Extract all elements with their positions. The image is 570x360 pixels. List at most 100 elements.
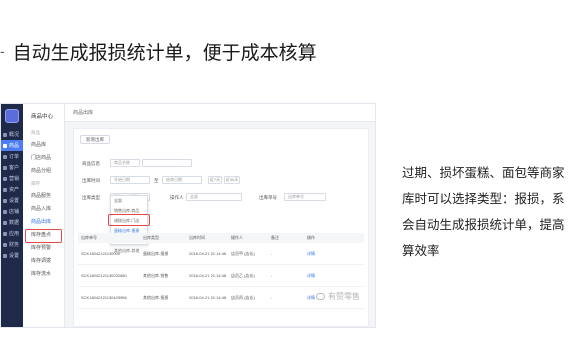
detail-link[interactable]: 详情: [304, 251, 364, 257]
sidebar-item-label: 数据: [9, 220, 20, 226]
remark-cell: -: [271, 295, 273, 300]
sidebar-item-label: 资产: [9, 187, 20, 193]
col-header: 操作人: [231, 235, 243, 240]
order-icon: [3, 154, 7, 159]
col-header: 操作: [307, 235, 315, 240]
asset-icon: [3, 187, 7, 192]
remark-cell: -: [271, 273, 273, 278]
sub-sidebar: 商品中心 商品 商品库 门店商品 商品分组 库存 商品服务 商品入库 商品出库 …: [23, 104, 65, 327]
stock-out-highlight-box: [25, 229, 62, 243]
col-header: 出库单号: [81, 235, 97, 240]
sidebar-item[interactable]: 财务: [1, 239, 23, 250]
sidebar-item-label: 概况: [9, 132, 20, 138]
type-cell: 其他出库-报损: [143, 294, 169, 300]
sidebar-item-label: 设置: [9, 198, 20, 204]
submenu-item-stock-in[interactable]: 商品入库: [23, 202, 64, 215]
end-date-field[interactable]: 结束日期: [162, 176, 202, 184]
type-cell: 蛋糕出库-报损: [143, 250, 169, 256]
sidebar-item-label: 应用: [9, 231, 20, 237]
order-number-cell: SCK18042121130032680: [81, 273, 127, 278]
customer-icon: [3, 165, 7, 170]
sidebar-item-label: 商品: [9, 143, 20, 149]
sidebar-item[interactable]: 资产: [1, 184, 23, 195]
date-separator: 至: [154, 178, 159, 183]
sidebar-item[interactable]: 设置: [1, 250, 23, 261]
sidebar-item-label: 店铺: [9, 209, 20, 215]
submenu-item-stock-out[interactable]: 商品出库: [23, 215, 64, 228]
feature-description: 过期、损坏蛋糕、面包等商家 库时可以选择类型：报损，系 会自动生成报损统计单，提…: [402, 160, 570, 264]
app-logo: [5, 109, 19, 123]
sidebar-item[interactable]: 应用: [1, 228, 23, 239]
start-date-field[interactable]: 开始日期: [110, 176, 150, 184]
watermark: 有赞零售: [316, 291, 360, 302]
detail-link[interactable]: 详情: [304, 273, 364, 279]
product-input[interactable]: [142, 159, 192, 167]
watermark-text: 有赞零售: [328, 292, 360, 301]
home-icon: [3, 132, 7, 137]
breadcrumb: 商品出库: [65, 104, 375, 122]
dropdown-option[interactable]: 全部: [111, 196, 147, 206]
time-cell: 2018-04-21 21:14:46: [189, 251, 227, 256]
type-label: 出库类型: [82, 195, 100, 200]
table-row: SCK18042121130000 蛋糕出库-报损 2018-04-21 21:…: [78, 243, 364, 265]
sidebar-item[interactable]: 店铺: [1, 206, 23, 217]
operator-cell: 店员乙 (店长): [231, 272, 255, 278]
product-label: 商品信息: [82, 161, 100, 166]
submenu-group-label: 商品: [31, 130, 40, 135]
time-cell: 2018-04-21 21:14:48: [189, 295, 227, 300]
settings-icon: [3, 253, 7, 258]
chart-icon: [3, 220, 7, 225]
last-30-days-button[interactable]: 近30天: [224, 176, 240, 184]
operator-label: 操作人: [170, 195, 184, 200]
main-sidebar: 概况 商品 订单 客户 营销 资产 设置 店铺 数据 应用 财务 设置: [1, 104, 23, 327]
title-bullet: -: [0, 43, 5, 59]
sidebar-item[interactable]: 客户: [1, 162, 23, 173]
slide-title: - 自动生成报损统计单，便于成本核算: [0, 38, 317, 64]
sidebar-item[interactable]: 数据: [1, 217, 23, 228]
time-label: 出库时间: [82, 178, 100, 183]
sidebar-item-label: 订单: [9, 154, 20, 160]
sidebar-item[interactable]: 订单: [1, 151, 23, 162]
damage-option-highlight-box: [108, 214, 150, 226]
description-line: 会自动生成报损统计单，提高: [402, 218, 565, 232]
description-line: 算效率: [402, 244, 440, 258]
submenu-item-goods-group[interactable]: 商品分组: [23, 164, 64, 177]
col-header: 备注: [271, 235, 279, 240]
wechat-icon: [316, 293, 325, 300]
sidebar-item[interactable]: 设置: [1, 195, 23, 206]
sidebar-item[interactable]: 商品: [1, 140, 23, 151]
gear-icon: [3, 198, 7, 203]
time-cell: 2018-04-21 21:14:48: [189, 273, 227, 278]
remark-cell: -: [271, 251, 273, 256]
submenu-title: 商品中心: [31, 114, 54, 120]
sidebar-item[interactable]: 概况: [1, 129, 23, 140]
operator-cell: 店员丙 (店长): [231, 294, 255, 300]
operator-select[interactable]: 全部: [186, 193, 242, 201]
apps-icon: [3, 231, 7, 236]
sidebar-item-label: 营销: [9, 176, 20, 182]
marketing-icon: [3, 176, 7, 181]
col-header: 出库时间: [189, 235, 205, 240]
sidebar-item-label: 财务: [9, 242, 20, 248]
last-7-days-button[interactable]: 近7天: [208, 176, 222, 184]
sidebar-item-label: 设置: [9, 253, 20, 259]
title-text: 自动生成报损统计单，便于成本核算: [12, 42, 317, 64]
operator-cell: 店员甲 (店长): [231, 250, 255, 256]
order-number-input[interactable]: 出库单号: [284, 193, 326, 201]
submenu-group-label: 库存: [31, 181, 40, 186]
table-header: 出库单号 出库类型 出库时间 操作人 备注 操作: [78, 233, 364, 243]
submenu-item-goods-library[interactable]: 商品库: [23, 138, 64, 151]
submenu-item-store-goods[interactable]: 门店商品: [23, 151, 64, 164]
submenu-item-stock-flow[interactable]: 库存流水: [23, 267, 64, 280]
sidebar-item[interactable]: 营销: [1, 173, 23, 184]
submenu-item-stock-transfer[interactable]: 库存调拨: [23, 254, 64, 267]
table-row: SCK18042121130032680 其他出库-销售 2018-04-21 …: [78, 265, 364, 287]
store-icon: [3, 209, 7, 214]
goods-icon: [3, 143, 7, 148]
submenu-item-goods-service[interactable]: 商品服务: [23, 189, 64, 202]
product-select[interactable]: 商品名称: [110, 159, 140, 167]
add-stock-out-button[interactable]: 新增出库: [80, 135, 110, 144]
order-number-label: 出库单号: [259, 195, 277, 200]
col-header: 出库类型: [143, 235, 159, 240]
sidebar-item-label: 客户: [9, 165, 20, 171]
